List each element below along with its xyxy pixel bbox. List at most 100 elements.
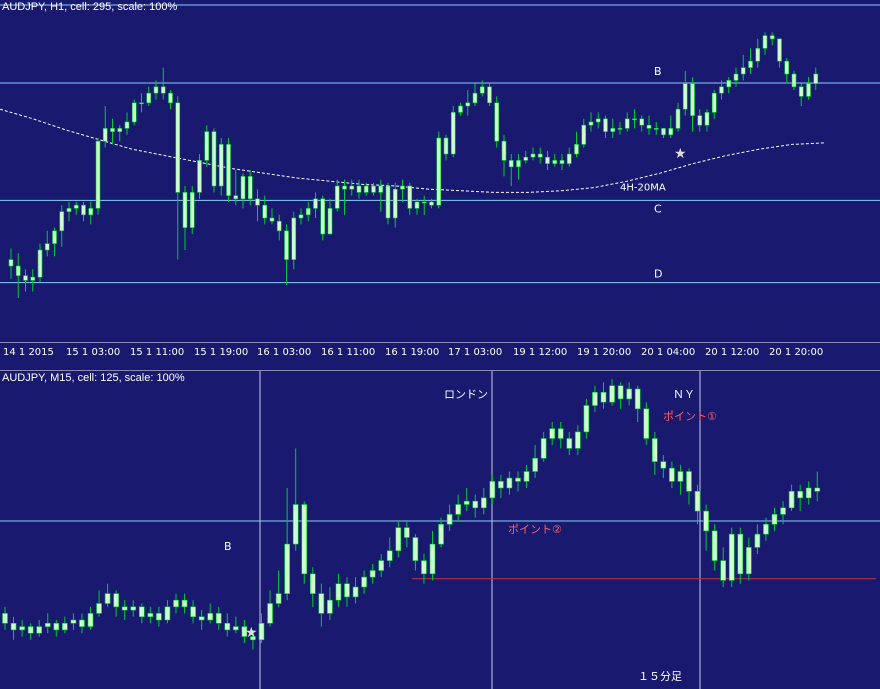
candle-body [44,243,50,251]
x-tick-label: 16 1 03:00 [257,347,312,358]
candle-body [600,391,607,403]
h1-chart-canvas[interactable]: B C D 4H-20MA ★ [0,0,880,342]
candle-body [777,38,782,62]
x-tick-label: 16 1 11:00 [321,347,376,358]
candle-body [181,599,188,608]
candle-body [110,128,115,132]
candle-body [436,137,442,206]
candle-body [690,83,695,116]
candle-body [677,471,684,482]
candle-body [363,185,369,193]
candle-body [10,623,17,631]
x-tick-label: 14 1 2015 [3,347,54,358]
candle-body [335,583,342,601]
m15-chart-canvas[interactable]: ロンドン ＮＹ ポイント① ポイント② B １５分足 ★ [0,371,880,689]
candle-body [59,211,65,232]
candle-body [168,92,173,104]
candle-body [153,86,159,94]
candle-body [798,86,804,97]
candle-body [660,461,667,469]
candle-body [651,438,658,462]
candle-body [438,524,444,545]
candle-body [175,102,181,193]
candle-body [711,530,718,561]
candle-body [164,606,171,621]
m15-chart-title: AUDJPY, M15, cell: 125, scale: 100% [2,372,185,384]
candle-body [682,83,688,110]
candle-body [102,128,108,142]
candle-body [240,176,246,200]
candle-body [27,626,34,634]
x-tick-label: 15 1 19:00 [194,347,249,358]
label-b: B [224,540,232,553]
candle-body [215,613,222,624]
candle-body [780,507,786,515]
candle-body [386,550,393,561]
candle-body [762,35,768,49]
candle-body [87,613,94,627]
candle-body [182,192,188,228]
candle-body [247,176,253,200]
candle-body [595,118,601,123]
candle-body [96,603,102,614]
candle-body [726,80,732,88]
candle-body [198,616,205,621]
candle-body [632,118,637,121]
level-label-d: D [654,268,662,281]
candle-body [19,626,25,631]
candle-body [211,131,217,187]
candle-body [508,160,514,168]
candle-body [70,619,77,624]
candle-body [233,626,239,631]
candle-body [537,153,543,158]
candle-body [479,86,485,94]
candle-body [130,606,137,611]
candle-body [53,623,60,631]
candle-body [728,533,735,581]
candle-body [806,83,811,97]
candle-body [523,471,530,482]
m15-chart-panel[interactable]: ロンドン ＮＹ ポイント① ポイント② B １５分足 ★ AUDJPY, M15, cell… [0,370,880,689]
candle-body [36,626,43,634]
candle-body [797,491,803,499]
candle-body [609,385,615,403]
candle-body [327,599,333,614]
candle-body [95,140,101,209]
candle-body [668,128,674,136]
candle-body [73,204,79,209]
candle-body [292,504,299,545]
candle-body [515,477,521,482]
candle-body [309,573,316,594]
candle-body [686,471,692,492]
label-london: ロンドン [444,388,488,401]
h1-chart-panel[interactable]: B C D 4H-20MA ★ AUDJPY, H1, cell: 295, scale… [0,0,880,342]
candle-body [349,185,355,190]
candle-body [720,560,727,581]
candle-body [139,102,144,105]
candle-body [769,35,775,40]
candle-body [737,533,744,575]
candle-body [450,112,456,155]
candle-body [197,160,202,193]
x-tick-label: 20 1 04:00 [641,347,696,358]
candle-body [746,547,752,575]
candle-body [443,137,449,155]
x-tick-label: 15 1 03:00 [66,347,121,358]
candle-body [226,144,231,196]
star-marker: ★ [674,146,687,162]
candle-body [262,204,268,219]
candle-body [791,73,797,88]
candle-body [487,86,492,104]
candle-body [549,428,556,439]
x-tick-label: 15 1 11:00 [130,347,185,358]
candle-body [610,128,616,132]
candle-body [552,160,558,164]
candle-body [327,208,333,235]
candle-body [421,201,427,204]
candle-body [404,527,410,538]
candle-body [506,477,513,489]
candle-body [624,118,630,129]
candle-body [15,265,21,276]
candle-body [634,388,641,410]
candle-body [378,560,385,571]
